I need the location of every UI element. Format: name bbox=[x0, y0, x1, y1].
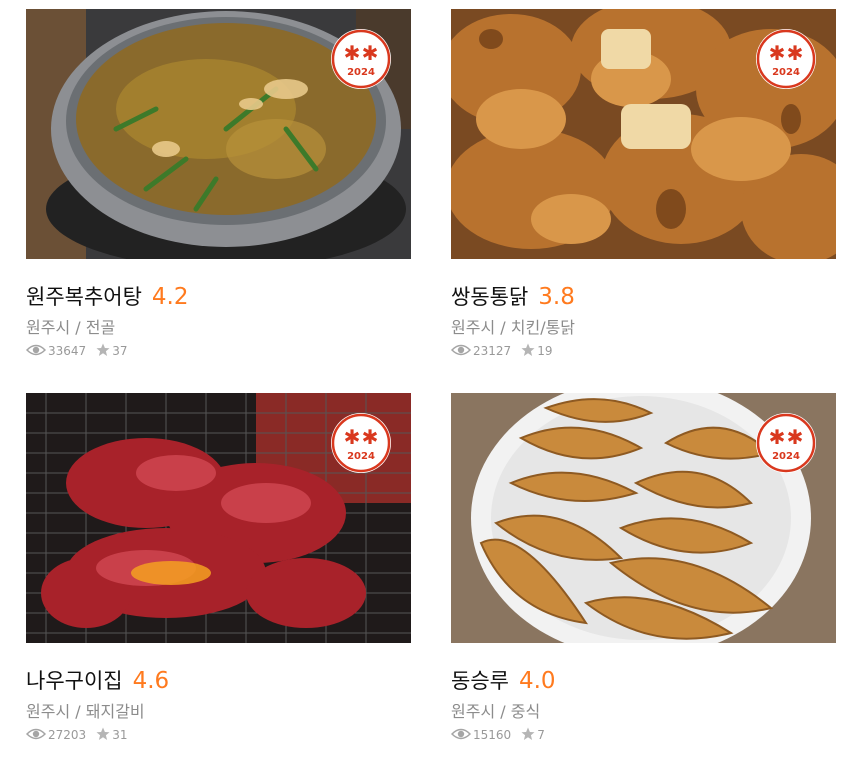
restaurant-stats: 23127 19 bbox=[450, 342, 836, 360]
award-badge-icon: ✱ ✱ 2024 bbox=[756, 413, 816, 473]
restaurant-name[interactable]: 나우구이집 bbox=[26, 665, 123, 695]
svg-text:✱: ✱ bbox=[362, 41, 379, 65]
star-icon bbox=[96, 343, 110, 360]
title-row: 원주복추어탕 4.2 bbox=[26, 281, 411, 311]
restaurant-photo[interactable]: ✱ ✱ 2024 bbox=[26, 9, 411, 259]
restaurant-category: 돼지갈비 bbox=[85, 702, 145, 721]
svg-text:✱: ✱ bbox=[787, 41, 804, 65]
badge-year: 2024 bbox=[772, 67, 800, 78]
eye-icon bbox=[450, 343, 472, 360]
restaurant-location: 원주시 bbox=[26, 318, 71, 337]
restaurant-category: 전골 bbox=[85, 318, 116, 337]
restaurant-card[interactable]: ✱ ✱ 2024 원주복추어탕 4.2 원주시 / 전골 33647 37 bbox=[25, 9, 411, 360]
title-row: 나우구이집 4.6 bbox=[26, 665, 411, 695]
badge-year: 2024 bbox=[347, 451, 375, 462]
restaurant-location: 원주시 bbox=[451, 318, 496, 337]
restaurant-photo[interactable]: ✱ ✱ 2024 bbox=[451, 9, 836, 259]
like-count: 19 bbox=[537, 344, 553, 358]
restaurant-rating: 4.2 bbox=[151, 284, 189, 310]
eye-icon bbox=[25, 343, 47, 360]
restaurant-meta: 원주시 / 중식 bbox=[451, 698, 836, 721]
award-badge: ✱ ✱ 2024 bbox=[330, 412, 392, 474]
restaurant-rating: 3.8 bbox=[538, 284, 575, 310]
view-count: 15160 bbox=[473, 728, 512, 742]
eye-icon bbox=[25, 727, 47, 744]
badge-year: 2024 bbox=[772, 451, 800, 462]
restaurant-card[interactable]: ✱ ✱ 2024 나우구이집 4.6 원주시 / 돼지갈비 27203 31 bbox=[25, 393, 411, 744]
restaurant-photo[interactable]: ✱ ✱ 2024 bbox=[451, 393, 836, 643]
award-badge-icon: ✱ ✱ 2024 bbox=[756, 29, 816, 89]
meta-separator: / bbox=[75, 318, 81, 337]
restaurant-location: 원주시 bbox=[26, 702, 71, 721]
like-count: 31 bbox=[112, 728, 128, 742]
restaurant-rating: 4.6 bbox=[132, 668, 170, 694]
restaurant-category: 중식 bbox=[510, 702, 541, 721]
restaurant-category: 치킨/통닭 bbox=[510, 318, 576, 337]
svg-text:✱: ✱ bbox=[787, 425, 804, 449]
restaurant-photo[interactable]: ✱ ✱ 2024 bbox=[26, 393, 411, 643]
award-badge: ✱ ✱ 2024 bbox=[330, 28, 392, 90]
star-icon bbox=[521, 343, 535, 360]
restaurant-card[interactable]: ✱ ✱ 2024 동승루 4.0 원주시 / 중식 15160 7 bbox=[450, 393, 836, 744]
restaurant-meta: 원주시 / 돼지갈비 bbox=[26, 698, 411, 721]
meta-separator: / bbox=[500, 318, 506, 337]
svg-text:✱: ✱ bbox=[769, 41, 786, 65]
eye-icon bbox=[450, 727, 472, 744]
star-icon bbox=[96, 727, 110, 744]
award-badge-icon: ✱ ✱ 2024 bbox=[331, 29, 391, 89]
restaurant-stats: 27203 31 bbox=[25, 726, 411, 744]
restaurant-meta: 원주시 / 전골 bbox=[26, 314, 411, 337]
restaurant-name[interactable]: 원주복추어탕 bbox=[26, 281, 142, 311]
meta-separator: / bbox=[75, 702, 81, 721]
restaurant-meta: 원주시 / 치킨/통닭 bbox=[451, 314, 836, 337]
restaurant-stats: 33647 37 bbox=[25, 342, 411, 360]
svg-text:✱: ✱ bbox=[769, 425, 786, 449]
title-row: 동승루 4.0 bbox=[451, 665, 836, 695]
restaurant-name[interactable]: 쌍동통닭 bbox=[451, 281, 528, 311]
svg-text:✱: ✱ bbox=[344, 425, 361, 449]
view-count: 33647 bbox=[48, 344, 87, 358]
restaurant-name[interactable]: 동승루 bbox=[451, 665, 509, 695]
restaurant-rating: 4.0 bbox=[518, 668, 556, 694]
title-row: 쌍동통닭 3.8 bbox=[451, 281, 836, 311]
restaurant-grid: ✱ ✱ 2024 원주복추어탕 4.2 원주시 / 전골 33647 37 ✱ … bbox=[0, 0, 855, 765]
view-count: 27203 bbox=[48, 728, 87, 742]
award-badge-icon: ✱ ✱ 2024 bbox=[331, 413, 391, 473]
svg-text:✱: ✱ bbox=[344, 41, 361, 65]
award-badge: ✱ ✱ 2024 bbox=[755, 28, 817, 90]
svg-text:✱: ✱ bbox=[362, 425, 379, 449]
meta-separator: / bbox=[500, 702, 506, 721]
view-count: 23127 bbox=[473, 344, 512, 358]
star-icon bbox=[521, 727, 535, 744]
restaurant-stats: 15160 7 bbox=[450, 726, 836, 744]
like-count: 37 bbox=[112, 344, 128, 358]
badge-year: 2024 bbox=[347, 67, 375, 78]
restaurant-location: 원주시 bbox=[451, 702, 496, 721]
restaurant-card[interactable]: ✱ ✱ 2024 쌍동통닭 3.8 원주시 / 치킨/통닭 23127 19 bbox=[450, 9, 836, 360]
like-count: 7 bbox=[537, 728, 545, 742]
award-badge: ✱ ✱ 2024 bbox=[755, 412, 817, 474]
